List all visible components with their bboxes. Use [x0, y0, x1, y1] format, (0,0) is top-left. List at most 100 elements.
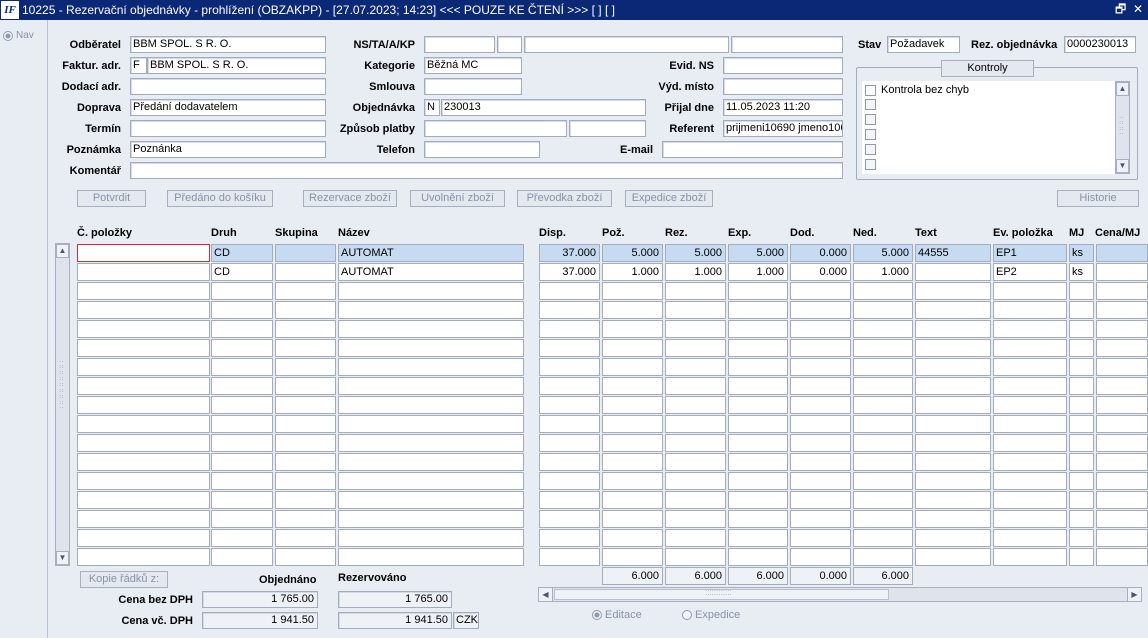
- cell-dod[interactable]: [790, 510, 851, 528]
- cell-ned[interactable]: [853, 491, 913, 509]
- cell-ned[interactable]: [853, 320, 913, 338]
- cell-skupina[interactable]: [275, 301, 336, 319]
- cell-rez[interactable]: [665, 358, 726, 376]
- cell-exp[interactable]: [728, 339, 788, 357]
- cell-polozka[interactable]: [77, 282, 210, 300]
- mode-expedice-radio[interactable]: Expedice: [682, 609, 740, 621]
- cell-polozka[interactable]: [77, 263, 210, 281]
- cell-druh[interactable]: [211, 339, 273, 357]
- cell-skupina[interactable]: [275, 510, 336, 528]
- cell-poz[interactable]: [602, 453, 663, 471]
- cell-druh[interactable]: [211, 282, 273, 300]
- cell-disp[interactable]: [539, 529, 600, 547]
- cell-text[interactable]: 44555: [915, 244, 991, 262]
- cell-skupina[interactable]: [275, 320, 336, 338]
- cell-ned[interactable]: [853, 282, 913, 300]
- potvrdit-button[interactable]: Potvrdit: [77, 190, 146, 207]
- cell-nazev[interactable]: [338, 301, 524, 319]
- cell-rez[interactable]: [665, 510, 726, 528]
- cell-poz[interactable]: [602, 548, 663, 566]
- cell-text[interactable]: [915, 453, 991, 471]
- cell-evpol[interactable]: EP1: [993, 244, 1067, 262]
- cell-skupina[interactable]: [275, 529, 336, 547]
- cell-skupina[interactable]: [275, 472, 336, 490]
- cell-mj[interactable]: ks: [1069, 244, 1094, 262]
- kontroly-scrollbar[interactable]: ▲ ⁚⁚ ⁚⁚ ⁚⁚ ▼: [1115, 81, 1130, 174]
- rezervace-zbozi-button[interactable]: Rezervace zboží: [303, 190, 397, 207]
- cell-ned[interactable]: [853, 377, 913, 395]
- cell-cena[interactable]: [1096, 377, 1148, 395]
- cell-mj[interactable]: [1069, 491, 1094, 509]
- cell-evpol[interactable]: [993, 548, 1067, 566]
- cell-mj[interactable]: [1069, 377, 1094, 395]
- cell-rez[interactable]: [665, 453, 726, 471]
- cell-mj[interactable]: [1069, 415, 1094, 433]
- cell-druh[interactable]: [211, 491, 273, 509]
- cell-evpol[interactable]: [993, 358, 1067, 376]
- cell-evpol[interactable]: [993, 472, 1067, 490]
- cell-evpol[interactable]: [993, 434, 1067, 452]
- cell-cena[interactable]: [1096, 510, 1148, 528]
- cell-nazev[interactable]: [338, 358, 524, 376]
- nav-toggle[interactable]: Nav: [3, 30, 34, 41]
- cell-dod[interactable]: [790, 415, 851, 433]
- cell-dod[interactable]: [790, 301, 851, 319]
- cell-poz[interactable]: [602, 377, 663, 395]
- scroll-left-icon[interactable]: ◀: [539, 588, 553, 601]
- cell-polozka[interactable]: [77, 377, 210, 395]
- cell-rez[interactable]: 5.000: [665, 244, 726, 262]
- cell-druh[interactable]: [211, 510, 273, 528]
- cell-nazev[interactable]: [338, 453, 524, 471]
- close-window-icon[interactable]: ✕: [1133, 2, 1143, 16]
- cell-polozka[interactable]: [77, 301, 210, 319]
- cell-nazev[interactable]: AUTOMAT: [338, 244, 524, 262]
- cell-exp[interactable]: [728, 529, 788, 547]
- cell-rez[interactable]: [665, 396, 726, 414]
- cell-exp[interactable]: 1.000: [728, 263, 788, 281]
- cell-polozka[interactable]: [77, 529, 210, 547]
- cell-nazev[interactable]: [338, 320, 524, 338]
- cell-poz[interactable]: [602, 282, 663, 300]
- cell-skupina[interactable]: [275, 377, 336, 395]
- cell-dod[interactable]: [790, 529, 851, 547]
- referent-field[interactable]: prijmeni10690 jmeno106: [723, 120, 843, 137]
- cell-evpol[interactable]: EP2: [993, 263, 1067, 281]
- cell-cena[interactable]: [1096, 453, 1148, 471]
- restore-window-icon[interactable]: 🗗: [1115, 2, 1126, 16]
- cell-ned[interactable]: [853, 472, 913, 490]
- cell-rez[interactable]: [665, 529, 726, 547]
- cell-disp[interactable]: [539, 434, 600, 452]
- cell-ned[interactable]: 5.000: [853, 244, 913, 262]
- cell-dod[interactable]: [790, 472, 851, 490]
- cell-rez[interactable]: [665, 434, 726, 452]
- cell-polozka[interactable]: [77, 320, 210, 338]
- cell-exp[interactable]: [728, 377, 788, 395]
- cell-nazev[interactable]: [338, 510, 524, 528]
- cell-mj[interactable]: [1069, 320, 1094, 338]
- cell-exp[interactable]: [728, 510, 788, 528]
- cell-dod[interactable]: [790, 377, 851, 395]
- cell-text[interactable]: [915, 415, 991, 433]
- cell-cena[interactable]: [1096, 244, 1148, 262]
- cell-dod[interactable]: [790, 453, 851, 471]
- cell-ned[interactable]: [853, 415, 913, 433]
- platby-field[interactable]: [424, 120, 567, 137]
- cell-exp[interactable]: [728, 491, 788, 509]
- cell-dod[interactable]: [790, 548, 851, 566]
- cell-dod[interactable]: [790, 491, 851, 509]
- mode-editace-radio[interactable]: Editace: [592, 609, 642, 621]
- cell-druh[interactable]: CD: [211, 263, 273, 281]
- cell-cena[interactable]: [1096, 491, 1148, 509]
- cell-rez[interactable]: [665, 282, 726, 300]
- cell-disp[interactable]: [539, 320, 600, 338]
- cell-mj[interactable]: [1069, 396, 1094, 414]
- cell-nazev[interactable]: [338, 339, 524, 357]
- cell-evpol[interactable]: [993, 282, 1067, 300]
- cell-mj[interactable]: [1069, 548, 1094, 566]
- cell-mj[interactable]: [1069, 510, 1094, 528]
- scroll-up-icon[interactable]: ▲: [1116, 82, 1129, 96]
- email-field[interactable]: [662, 141, 843, 158]
- cell-skupina[interactable]: [275, 282, 336, 300]
- cell-cena[interactable]: [1096, 396, 1148, 414]
- cell-poz[interactable]: [602, 339, 663, 357]
